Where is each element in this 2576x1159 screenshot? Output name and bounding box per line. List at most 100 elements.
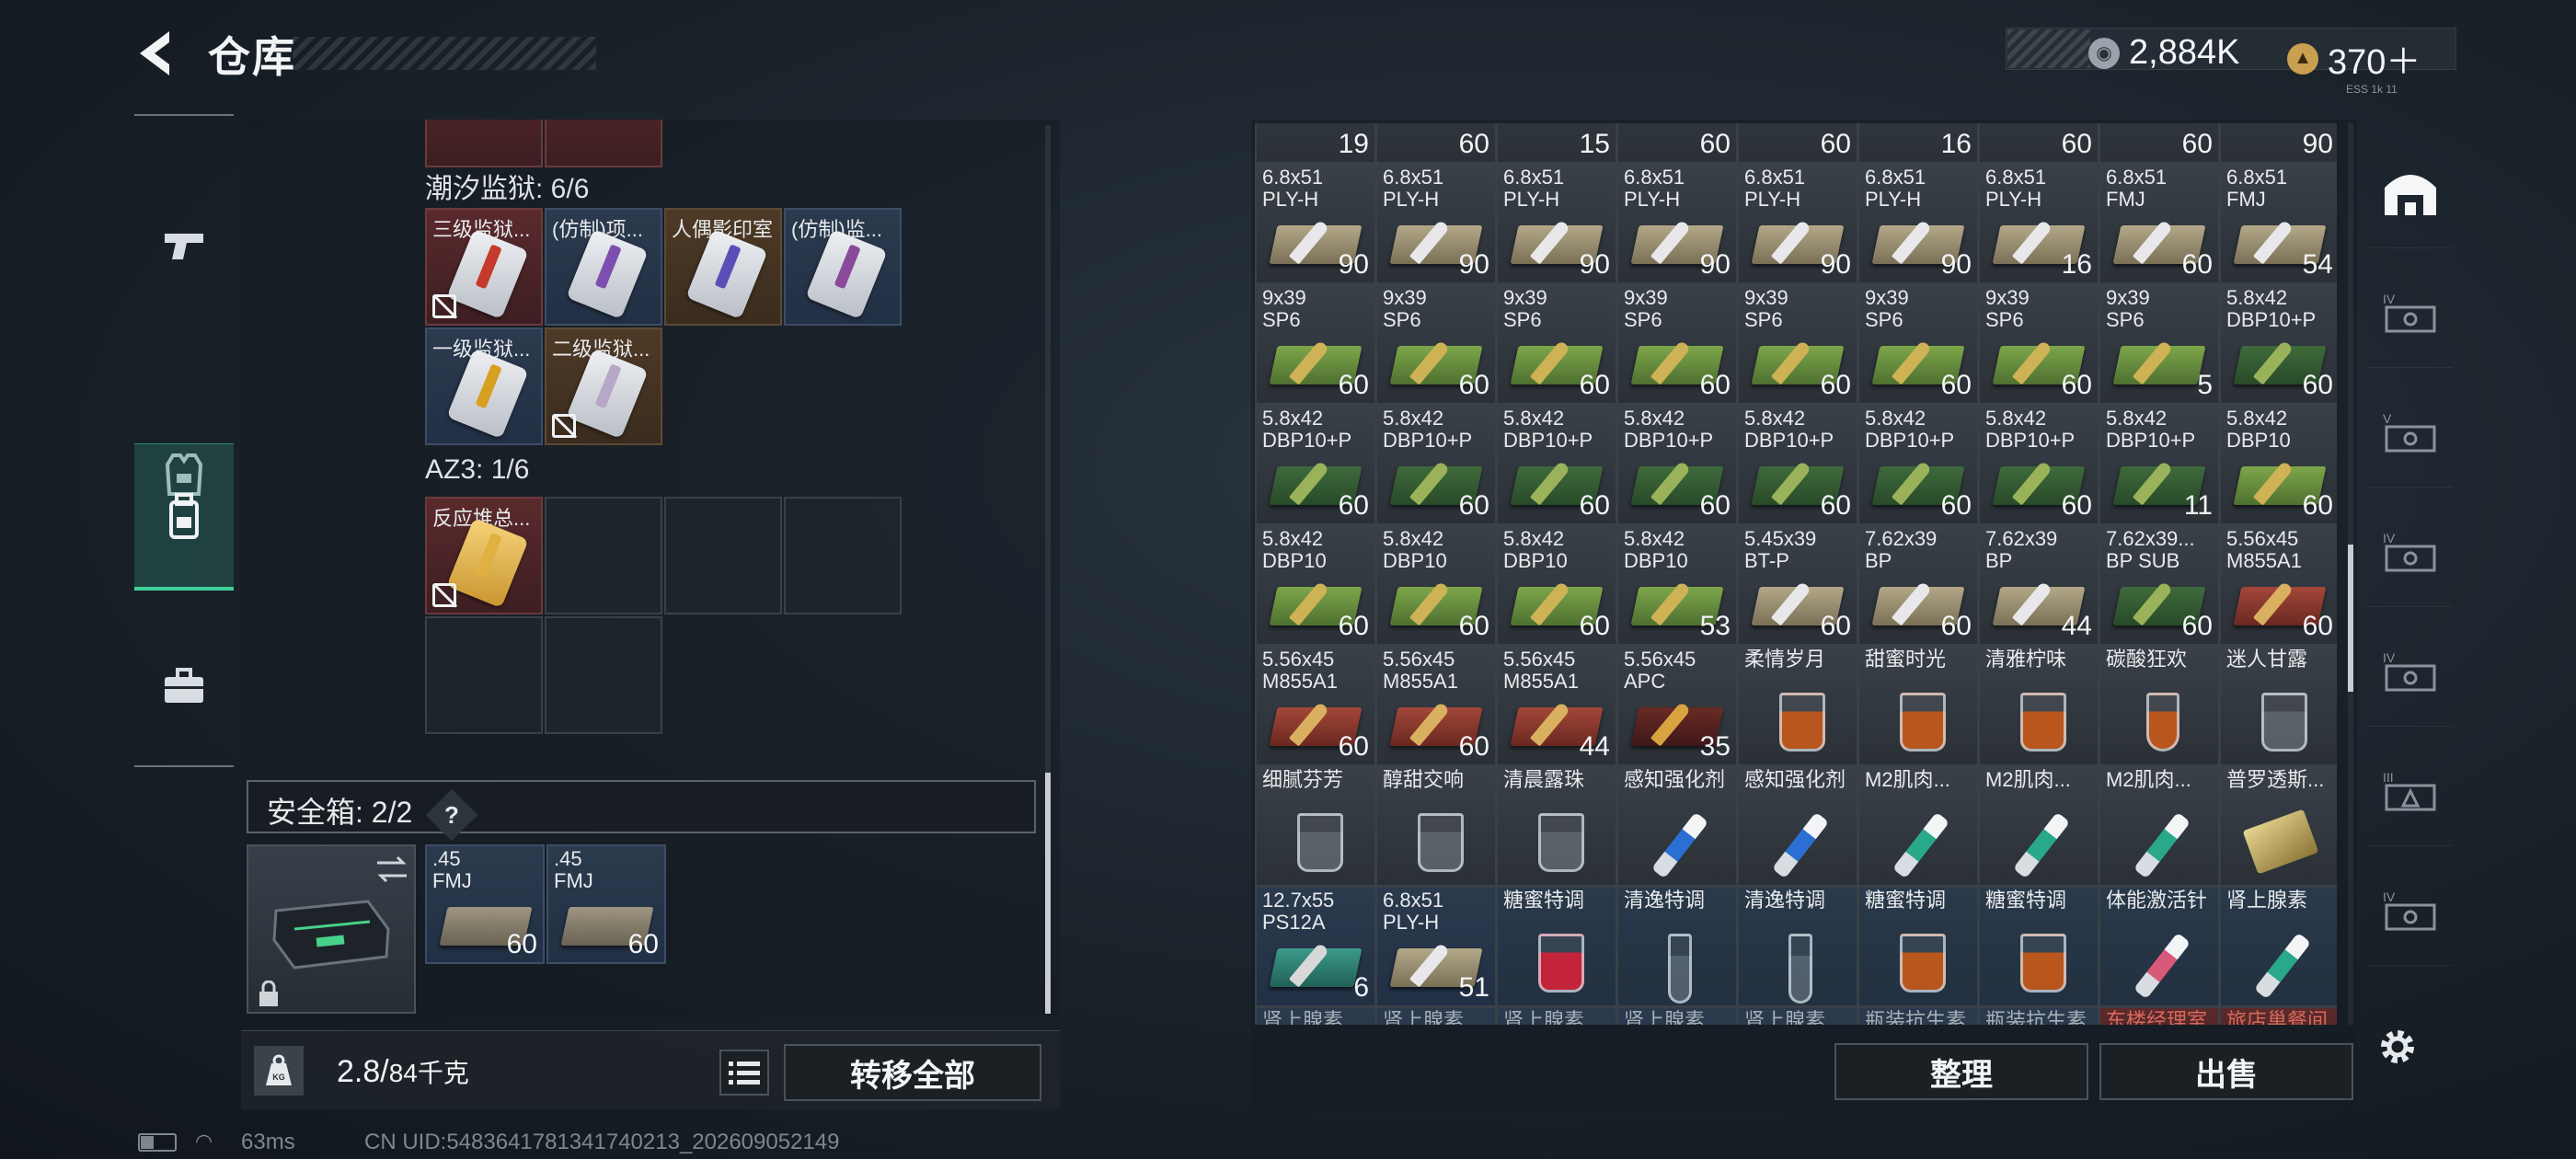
stash-slot[interactable]: 肾上腺素 xyxy=(2219,886,2337,1007)
stash-slot[interactable]: 旅店巢餐间 xyxy=(2219,1006,2337,1025)
stash-slot[interactable]: 5.8x42 DBP10 60 xyxy=(1375,524,1497,646)
stash-slot[interactable]: 5.56x45 APC 35 xyxy=(1616,645,1738,766)
empty-slot[interactable] xyxy=(545,616,662,734)
stash-slot[interactable]: 6.8x51 PLY-H 90 xyxy=(1375,163,1497,284)
stash-slot[interactable]: 16 xyxy=(1857,123,1979,164)
stash-slot[interactable]: 肾上腺素 xyxy=(1737,1006,1858,1025)
item-slot[interactable] xyxy=(425,120,543,167)
stash-slot[interactable]: 6.8x51 PLY-H 90 xyxy=(1857,163,1979,284)
stash-slot[interactable]: 6.8x51 PLY-H 51 xyxy=(1375,886,1497,1007)
keycard-slot[interactable]: (仿制)监... xyxy=(784,208,902,326)
stash-slot[interactable]: 柔情岁月 xyxy=(1737,645,1858,766)
stash-slot[interactable]: 5.56x45 M855A1 60 xyxy=(1375,645,1497,766)
stash-slot[interactable]: 6.8x51 PLY-H 90 xyxy=(1255,163,1376,284)
stash-slot[interactable]: 5.8x42 DBP10+P 60 xyxy=(1496,404,1617,525)
stash-slot[interactable]: 90 xyxy=(2219,123,2337,164)
stash-slot[interactable]: 6.8x51 PLY-H 90 xyxy=(1737,163,1858,284)
stash-slot[interactable]: 5.8x42 DBP10 60 xyxy=(1255,524,1376,646)
stash-slot[interactable]: 清逸特调 xyxy=(1737,886,1858,1007)
stash-slot[interactable]: 60 xyxy=(1616,123,1738,164)
stash-slot[interactable]: M2肌肉... xyxy=(1978,765,2099,887)
stash-slot[interactable]: 感知强化剂 xyxy=(1616,765,1738,887)
stash-slot[interactable]: 9x39 SP6 60 xyxy=(1375,283,1497,405)
stash-slot[interactable]: 碳酸狂欢 xyxy=(2099,645,2220,766)
stash-slot[interactable]: 6.8x51 PLY-H 90 xyxy=(1616,163,1738,284)
stash-slot[interactable]: 5.8x42 DBP10 60 xyxy=(1496,524,1617,646)
keycard-slot[interactable]: 人偶影印室 xyxy=(664,208,782,326)
stash-slot[interactable]: 9x39 SP6 60 xyxy=(1978,283,2099,405)
sidebar-backpack-tab[interactable] xyxy=(134,443,234,591)
stash-slot[interactable]: 5.8x42 DBP10+P 60 xyxy=(1255,404,1376,525)
stash-slot[interactable]: 5.45x39 BT-P 60 xyxy=(1737,524,1858,646)
stash-slot[interactable]: 东楼经理室 xyxy=(2099,1006,2220,1025)
stash-slot[interactable]: M2肌肉... xyxy=(2099,765,2220,887)
stash-slot[interactable]: M2肌肉... xyxy=(1857,765,1979,887)
keycard-slot[interactable]: 三级监狱... xyxy=(425,208,543,326)
stash-tab-3[interactable]: V xyxy=(2368,377,2453,488)
stash-slot[interactable]: 细腻芬芳 xyxy=(1255,765,1376,887)
safebox-case[interactable] xyxy=(247,844,416,1014)
stash-slot[interactable]: 迷人甘露 xyxy=(2219,645,2337,766)
keycard-slot[interactable]: 反应堆总... xyxy=(425,497,543,614)
stash-tab-6[interactable]: III xyxy=(2368,736,2453,846)
stash-slot[interactable]: 9x39 SP6 60 xyxy=(1616,283,1738,405)
stash-slot[interactable]: 感知强化剂 xyxy=(1737,765,1858,887)
sidebar-weapon-tab[interactable] xyxy=(134,171,234,318)
stash-slot[interactable]: 醇甜交响 xyxy=(1375,765,1497,887)
stash-slot[interactable]: 60 xyxy=(1737,123,1858,164)
stash-tab-2[interactable]: IV xyxy=(2368,258,2453,368)
stash-slot[interactable]: 7.62x39 BP 60 xyxy=(1857,524,1979,646)
stash-slot[interactable]: 60 xyxy=(1375,123,1497,164)
stash-slot[interactable]: 5.56x45 M855A1 60 xyxy=(2219,524,2337,646)
stash-slot[interactable]: 普罗透斯... xyxy=(2219,765,2337,887)
stash-slot[interactable]: 7.62x39 BP 44 xyxy=(1978,524,2099,646)
stash-slot[interactable]: 60 xyxy=(1978,123,2099,164)
stash-slot[interactable]: 6.8x51 PLY-H 90 xyxy=(1496,163,1617,284)
safebox-ammo-slot[interactable]: .45 FMJ 60 xyxy=(546,844,666,964)
back-button[interactable] xyxy=(129,26,184,81)
stash-slot[interactable]: 5.8x42 DBP10+P 60 xyxy=(2219,283,2337,405)
empty-slot[interactable] xyxy=(425,616,543,734)
stash-slot[interactable]: 糖蜜特调 xyxy=(1857,886,1979,1007)
stash-slot[interactable]: 12.7x55 PS12A 6 xyxy=(1255,886,1376,1007)
help-button[interactable]: ? xyxy=(425,788,478,841)
stash-slot[interactable]: 清逸特调 xyxy=(1616,886,1738,1007)
stash-slot[interactable]: 9x39 SP6 60 xyxy=(1857,283,1979,405)
stash-slot[interactable]: 糖蜜特调 xyxy=(1496,886,1617,1007)
stash-slot[interactable]: 9x39 SP6 60 xyxy=(1255,283,1376,405)
stash-slot[interactable]: 甜蜜时光 xyxy=(1857,645,1979,766)
stash-slot[interactable]: 肾上腺素 xyxy=(1616,1006,1738,1025)
keycard-slot[interactable]: 二级监狱... xyxy=(545,327,662,445)
stash-scrollbar-thumb[interactable] xyxy=(2348,545,2353,692)
gold-currency[interactable]: ▲ 370＋ xyxy=(2287,33,2421,84)
transfer-all-button[interactable]: 转移全部 xyxy=(784,1044,1041,1101)
empty-slot[interactable] xyxy=(664,497,782,614)
stash-slot[interactable]: 清晨露珠 xyxy=(1496,765,1617,887)
settings-button[interactable] xyxy=(2375,1025,2420,1069)
stash-slot[interactable]: 9x39 SP6 5 xyxy=(2099,283,2220,405)
stash-slot[interactable]: 肾上腺素 xyxy=(1255,1006,1376,1025)
keycard-slot[interactable]: 一级监狱... xyxy=(425,327,543,445)
stash-slot[interactable]: 肾上腺素 xyxy=(1375,1006,1497,1025)
sell-button[interactable]: 出售 xyxy=(2099,1043,2353,1100)
stash-slot[interactable]: 19 xyxy=(1255,123,1376,164)
stash-slot[interactable]: 5.8x42 DBP10+P 60 xyxy=(1737,404,1858,525)
left-scrollbar-thumb[interactable] xyxy=(1045,773,1051,1014)
stash-slot[interactable]: 瓶装抗生素 xyxy=(1978,1006,2099,1025)
stash-slot[interactable]: 糖蜜特调 xyxy=(1978,886,2099,1007)
stash-slot[interactable]: 肾上腺素 xyxy=(1496,1006,1617,1025)
stash-slot[interactable]: 60 xyxy=(2099,123,2220,164)
stash-tab-4[interactable]: IV xyxy=(2368,497,2453,607)
stash-slot[interactable]: 6.8x51 PLY-H 16 xyxy=(1978,163,2099,284)
stash-slot[interactable]: 清雅柠味 xyxy=(1978,645,2099,766)
sidebar-toolbox-tab[interactable] xyxy=(134,613,234,760)
stash-slot[interactable]: 15 xyxy=(1496,123,1617,164)
stash-slot[interactable]: 瓶装抗生素 xyxy=(1857,1006,1979,1025)
stash-slot[interactable]: 体能激活针 xyxy=(2099,886,2220,1007)
stash-slot[interactable]: 5.8x42 DBP10+P 11 xyxy=(2099,404,2220,525)
stash-slot[interactable]: 5.56x45 M855A1 44 xyxy=(1496,645,1617,766)
stash-slot[interactable]: 5.8x42 DBP10+P 60 xyxy=(1857,404,1979,525)
empty-slot[interactable] xyxy=(784,497,902,614)
stash-slot[interactable]: 5.8x42 DBP10+P 60 xyxy=(1978,404,2099,525)
stash-slot[interactable]: 5.8x42 DBP10 60 xyxy=(2219,404,2337,525)
